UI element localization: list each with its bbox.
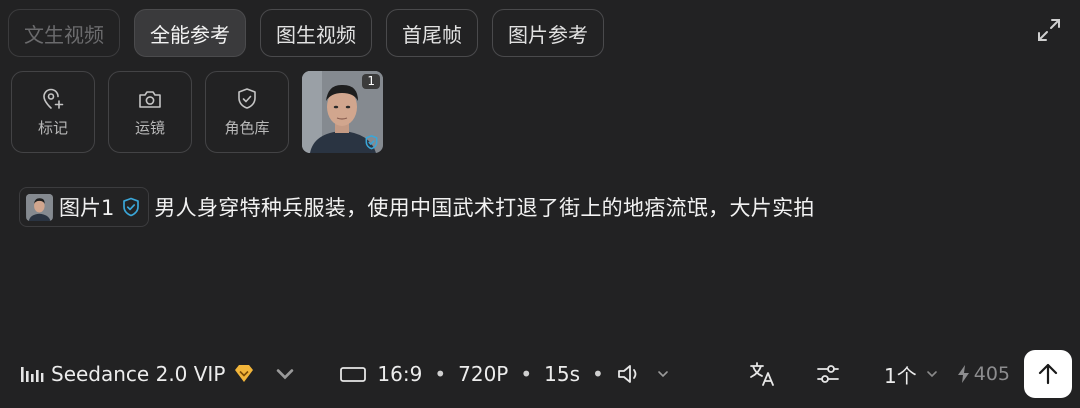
reference-image-thumbnail[interactable]: 1 [302,71,383,153]
separator-dot: • [520,362,533,386]
chevron-down-icon [277,369,294,380]
prompt-line[interactable]: 图片1 男人身穿特种兵服装，使用中国武术打退了街上的地痞流氓，大片实拍 [19,187,815,227]
duration-value: 15s [544,362,581,386]
settings-sliders-icon[interactable] [814,360,842,388]
shield-check-icon [238,88,256,109]
audio-bars-icon [21,367,44,382]
arrow-up-icon [1038,363,1058,385]
chevron-down-icon [658,371,668,378]
output-count-selector[interactable]: 1个 [884,360,939,389]
model-name: Seedance 2.0 VIP [51,362,226,386]
reference-chip-label: 图片1 [59,196,115,220]
send-button[interactable] [1024,350,1072,398]
tab-first-last-frame[interactable]: 首尾帧 [386,9,478,57]
character-library-label: 角色库 [224,119,270,137]
expand-icon[interactable] [1035,16,1063,44]
prompt-text[interactable]: 男人身穿特种兵服装，使用中国武术打退了街上的地痞流氓，大片实拍 [154,192,814,222]
separator-dot: • [592,362,604,386]
tab-image-reference[interactable]: 图片参考 [492,9,604,57]
portrait-image [26,193,53,221]
aspect-ratio-value: 16:9 [377,362,423,386]
resolution-value: 720P [458,362,509,386]
lightning-icon [957,365,969,383]
map-pin-plus-icon [43,88,64,109]
tab-image-to-video[interactable]: 图生视频 [260,9,372,57]
verified-shield-icon [123,197,140,217]
chevron-down-icon [926,371,937,378]
model-selector[interactable]: Seedance 2.0 VIP [20,362,297,386]
reference-mini-thumbnail [26,193,53,221]
vip-heart-icon [235,365,254,382]
credits-value: 405 [973,363,1010,385]
image-reference-chip[interactable]: 图片1 [19,187,150,227]
camera-motion-button[interactable]: 运镜 [108,71,192,153]
camera-motion-label: 运镜 [134,119,165,137]
video-settings-selector[interactable]: 16:9 • 720P • 15s • [339,362,669,386]
bottom-toolbar: Seedance 2.0 VIP 16:9 • 720P • 15s • 1个 … [20,348,1072,400]
tool-row: 标记 运镜 角色库 1 [11,71,383,153]
character-library-button[interactable]: 角色库 [205,71,289,153]
right-controls: 1个 405 [748,350,1072,398]
speaker-icon [617,365,637,383]
verified-shield-icon [365,135,378,150]
mode-tabs: 文生视频 全能参考 图生视频 首尾帧 图片参考 [8,9,604,57]
mark-tool-button[interactable]: 标记 [11,71,95,153]
camera-icon [139,91,161,108]
aspect-ratio-icon [340,367,367,382]
output-count-value: 1个 [884,363,917,388]
tab-omni-reference[interactable]: 全能参考 [134,9,246,57]
reference-count-badge: 1 [362,74,380,89]
separator-dot: • [434,362,447,386]
tab-text-to-video[interactable]: 文生视频 [8,9,120,57]
credits-display: 405 [957,363,1010,385]
translate-icon[interactable] [748,360,776,388]
mark-tool-label: 标记 [37,119,68,137]
